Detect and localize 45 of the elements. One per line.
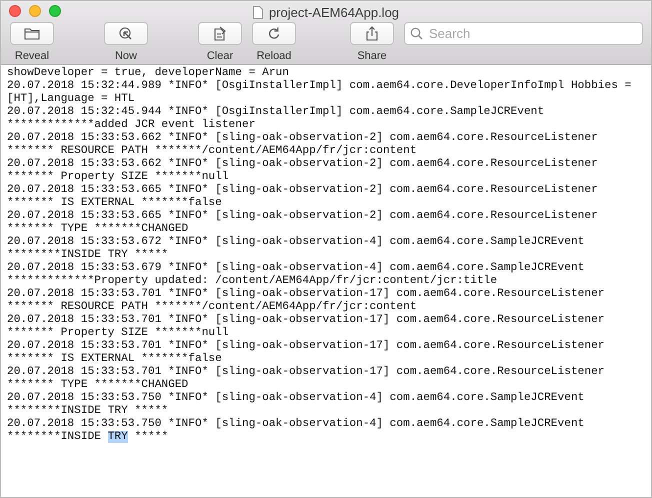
log-line: ******* RESOURCE PATH *******/content/AEM64App/fr/jcr:content xyxy=(7,301,417,314)
toolbar-button[interactable] xyxy=(350,22,394,44)
toolbar-button-label[interactable]: Reload xyxy=(256,48,292,64)
log-line: ********INSIDE TRY ***** xyxy=(7,405,168,418)
log-line: 20.07.2018 15:33:53.662 *INFO* [sling-oak-observation-2] com.aem64.core.ResourceListener xyxy=(7,132,598,144)
zoom-button[interactable] xyxy=(49,4,61,17)
toolbar-button[interactable] xyxy=(104,22,148,44)
log-line: ******* RESOURCE PATH *******/content/AEM64App/fr/jcr:content xyxy=(7,145,417,158)
log-line: ******* IS EXTERNAL *******false xyxy=(7,197,222,210)
log-line: ******* Property SIZE *******null xyxy=(7,171,229,184)
log-line: 20.07.2018 15:33:53.701 *INFO* [sling-oak-observation-17] com.aem64.core.ResourceListener xyxy=(7,314,605,326)
log-line: 20.07.2018 15:32:44.989 *INFO* [OsgiInstallerImpl] com.aem64.core.DeveloperInfoImpl Hobbies = xyxy=(7,80,632,92)
log-line: ******* Property SIZE *******null xyxy=(7,327,229,340)
log-line: 20.07.2018 15:33:53.672 *INFO* [sling-oak-observation-4] com.aem64.core.SampleJCREvent xyxy=(7,236,584,248)
log-line: 20.07.2018 15:33:53.679 *INFO* [sling-oak-observation-4] com.aem64.core.SampleJCREvent xyxy=(7,262,584,274)
toolbar-button[interactable] xyxy=(252,22,296,44)
toolbar-button-label[interactable]: Reveal xyxy=(14,48,50,64)
search-icon xyxy=(410,26,423,40)
log-line: 20.07.2018 15:33:53.701 *INFO* [sling-oak-observation-17] com.aem64.core.ResourceListener xyxy=(7,366,605,378)
toolbar-button-label[interactable]: Now xyxy=(114,48,137,64)
close-button[interactable] xyxy=(9,4,21,17)
log-line: 20.07.2018 15:33:53.701 *INFO* [sling-oak-observation-17] com.aem64.core.ResourceListener xyxy=(7,288,605,300)
log-line: *************added JCR event listener xyxy=(7,119,256,132)
log-line: ******* IS EXTERNAL *******false xyxy=(7,353,222,366)
log-line: ******* TYPE *******CHANGED xyxy=(7,379,188,392)
log-line: ********INSIDE TRY ***** xyxy=(7,431,168,444)
log-line: 20.07.2018 15:33:53.665 *INFO* [sling-oak-observation-2] com.aem64.core.ResourceListener xyxy=(7,184,598,196)
log-line: 20.07.2018 15:32:45.944 *INFO* [OsgiInstallerImpl] com.aem64.core.SampleJCREvent xyxy=(7,106,544,118)
search-field[interactable]: Search xyxy=(404,22,643,44)
log-line: 20.07.2018 15:33:53.750 *INFO* [sling-oak-observation-4] com.aem64.core.SampleJCREvent xyxy=(7,418,584,430)
log-line: ********INSIDE TRY ***** xyxy=(7,249,168,262)
document-icon xyxy=(252,6,263,20)
toolbar-button-label[interactable]: Clear xyxy=(206,48,234,64)
log-line: 20.07.2018 15:33:53.701 *INFO* [sling-oak-observation-17] com.aem64.core.ResourceListener xyxy=(7,340,605,352)
log-line: [HT],Language = HTL xyxy=(7,93,135,106)
log-line: *************Property updated: /content/AEM64App/fr/jcr:content/jcr:title xyxy=(7,275,498,288)
log-line: ******* TYPE *******CHANGED xyxy=(7,223,188,236)
toolbar-button[interactable] xyxy=(198,22,242,44)
toolbar-button-label[interactable]: Share xyxy=(357,48,387,64)
log-line: 20.07.2018 15:33:53.665 *INFO* [sling-oak-observation-2] com.aem64.core.ResourceListener xyxy=(7,210,598,222)
toolbar-button[interactable] xyxy=(10,22,54,44)
log-line: 20.07.2018 15:33:53.662 *INFO* [sling-oak-observation-2] com.aem64.core.ResourceListener xyxy=(7,158,598,170)
window-title: project-AEM64App.log xyxy=(268,4,400,22)
log-line: showDeveloper = true, developerName = Arun xyxy=(7,67,289,80)
log-line: 20.07.2018 15:33:53.750 *INFO* [sling-oak-observation-4] com.aem64.core.SampleJCREvent xyxy=(7,392,584,404)
